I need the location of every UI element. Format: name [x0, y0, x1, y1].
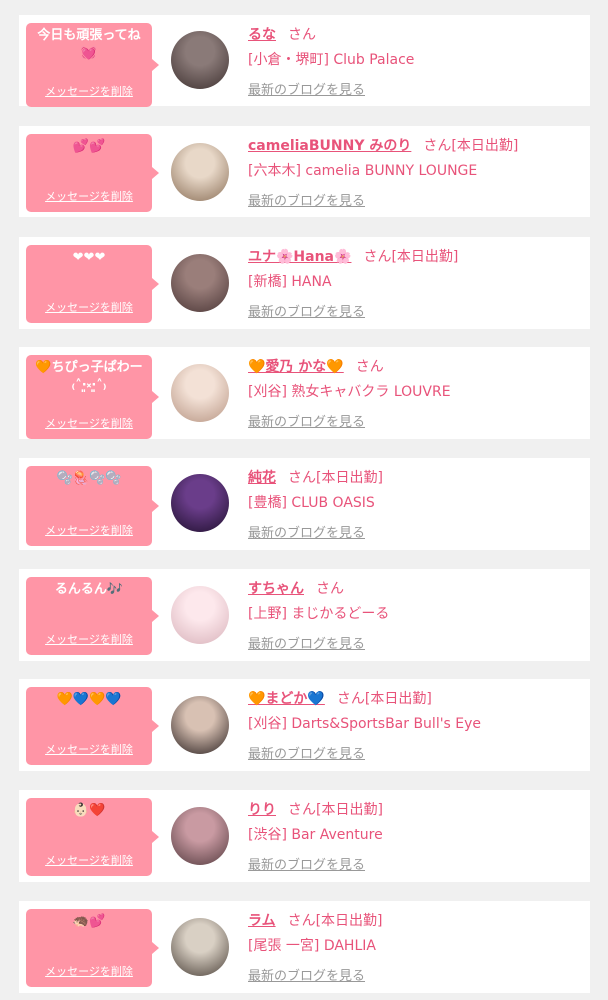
- cast-card: ❤❤❤ メッセージを削除 ユナ🌸Hana🌸 さん[本日出勤] [新橋] HANA 最新のブ…: [19, 237, 590, 329]
- message-text: 🧡ちぴっ子ぱわー ₍˄·͈༝·͈˄₎: [35, 360, 143, 393]
- latest-blog-link[interactable]: 最新のブログを見る: [248, 79, 365, 98]
- message-bubble: 🫧🪼🫧🫧 メッセージを削除: [26, 466, 159, 546]
- delete-message-link[interactable]: メッセージを削除: [26, 741, 152, 757]
- name-line: ユナ🌸Hana🌸 さん[本日出勤]: [248, 246, 458, 266]
- latest-blog-link[interactable]: 最新のブログを見る: [248, 743, 365, 762]
- avatar[interactable]: [171, 586, 229, 644]
- delete-message-link[interactable]: メッセージを削除: [26, 415, 152, 431]
- cast-card: 💕💕 メッセージを削除 cameliaBUNNY みのり さん[本日出勤] [六本木] …: [19, 126, 590, 217]
- honorific-status: さん: [316, 581, 344, 597]
- cast-name-link[interactable]: すちゃん: [248, 581, 304, 597]
- cast-card: 🦔💕 メッセージを削除 ラム さん[本日出勤] [尾張 一宮] DAHLIA 最新のブログ…: [19, 901, 590, 993]
- shop-info: [小倉・堺町] Club Palace: [248, 52, 415, 68]
- cast-card: 👶🏻❤️ メッセージを削除 りり さん[本日出勤] [渋谷] Bar Aventure 最…: [19, 790, 590, 882]
- shop-info: [上野] まじかるどーる: [248, 606, 390, 622]
- latest-blog-link[interactable]: 最新のブログを見る: [248, 633, 365, 652]
- delete-message-link[interactable]: メッセージを削除: [26, 522, 152, 538]
- message-text: 🫧🪼🫧🫧: [56, 471, 122, 486]
- avatar[interactable]: [171, 364, 229, 422]
- message-bubble: 今日も頑張ってね 💓 メッセージを削除: [26, 23, 159, 107]
- cast-name-link[interactable]: 🧡愛乃 かな🧡: [248, 359, 344, 375]
- message-text: 👶🏻❤️: [72, 803, 106, 818]
- name-line: すちゃん さん: [248, 578, 344, 598]
- latest-blog-link[interactable]: 最新のブログを見る: [248, 301, 365, 320]
- honorific-status: さん[本日出勤]: [423, 138, 519, 154]
- honorific-status: さん[本日出勤]: [288, 802, 383, 818]
- message-text: 今日も頑張ってね 💓: [37, 28, 141, 61]
- cast-name-link[interactable]: cameliaBUNNY みのり: [248, 138, 411, 154]
- delete-message-link[interactable]: メッセージを削除: [26, 631, 152, 647]
- name-line: ラム さん[本日出勤]: [248, 910, 383, 930]
- message-bubble: 👶🏻❤️ メッセージを削除: [26, 798, 159, 876]
- cast-name-link[interactable]: ユナ🌸Hana🌸: [248, 249, 351, 265]
- message-bubble: 🧡ちぴっ子ぱわー ₍˄·͈༝·͈˄₎ メッセージを削除: [26, 355, 159, 439]
- shop-info: [渋谷] Bar Aventure: [248, 827, 383, 843]
- shop-info: [尾張 一宮] DAHLIA: [248, 938, 376, 954]
- message-bubble: 🧡💙🧡💙 メッセージを削除: [26, 687, 159, 765]
- latest-blog-link[interactable]: 最新のブログを見る: [248, 522, 365, 541]
- cast-name-link[interactable]: 純花: [248, 470, 276, 486]
- avatar[interactable]: [171, 254, 229, 312]
- favorite-cast-list: 今日も頑張ってね 💓 メッセージを削除 るな さん [小倉・堺町] Club Palac…: [0, 0, 608, 1000]
- avatar[interactable]: [171, 696, 229, 754]
- message-bubble: 🦔💕 メッセージを削除: [26, 909, 159, 987]
- name-line: cameliaBUNNY みのり さん[本日出勤]: [248, 135, 518, 155]
- latest-blog-link[interactable]: 最新のブログを見る: [248, 854, 365, 873]
- avatar[interactable]: [171, 918, 229, 976]
- cast-card: るんるん🎶 メッセージを削除 すちゃん さん [上野] まじかるどーる 最新のブログを見る: [19, 569, 590, 661]
- name-line: るな さん: [248, 24, 316, 44]
- latest-blog-link[interactable]: 最新のブログを見る: [248, 190, 365, 209]
- honorific-status: さん: [288, 27, 316, 43]
- delete-message-link[interactable]: メッセージを削除: [26, 188, 152, 204]
- shop-info: [刈谷] 熟女キャバクラ LOUVRE: [248, 384, 451, 400]
- cast-name-link[interactable]: ラム: [248, 913, 276, 929]
- message-text: 🦔💕: [72, 914, 106, 929]
- message-text: ❤❤❤: [72, 250, 106, 265]
- delete-message-link[interactable]: メッセージを削除: [26, 963, 152, 979]
- cast-name-link[interactable]: るな: [248, 27, 276, 43]
- name-line: 純花 さん[本日出勤]: [248, 467, 383, 487]
- name-line: 🧡まどか💙 さん[本日出勤]: [248, 688, 432, 708]
- avatar[interactable]: [171, 807, 229, 865]
- honorific-status: さん[本日出勤]: [336, 691, 432, 707]
- message-text: 💕💕: [72, 139, 106, 154]
- cast-card: 今日も頑張ってね 💓 メッセージを削除 るな さん [小倉・堺町] Club Palac…: [19, 15, 590, 107]
- delete-message-link[interactable]: メッセージを削除: [26, 852, 152, 868]
- honorific-status: さん: [355, 359, 384, 375]
- cast-name-link[interactable]: りり: [248, 802, 276, 818]
- cast-card: 🫧🪼🫧🫧 メッセージを削除 純花 さん[本日出勤] [豊橋] CLUB OASIS 最新の…: [19, 458, 590, 550]
- latest-blog-link[interactable]: 最新のブログを見る: [248, 411, 365, 430]
- cast-name-link[interactable]: 🧡まどか💙: [248, 691, 325, 707]
- latest-blog-link[interactable]: 最新のブログを見る: [248, 965, 365, 984]
- cast-card: 🧡💙🧡💙 メッセージを削除 🧡まどか💙 さん[本日出勤] [刈谷] Darts&Spor…: [19, 679, 590, 771]
- message-text: 🧡💙🧡💙: [56, 692, 122, 707]
- shop-info: [六本木] camelia BUNNY LOUNGE: [248, 163, 478, 179]
- message-bubble: ❤❤❤ メッセージを削除: [26, 245, 159, 323]
- avatar[interactable]: [171, 31, 229, 89]
- name-line: 🧡愛乃 かな🧡 さん: [248, 356, 384, 376]
- cast-card: 🧡ちぴっ子ぱわー ₍˄·͈༝·͈˄₎ メッセージを削除 🧡愛乃 かな🧡 さん [刈谷] …: [19, 347, 590, 439]
- shop-info: [豊橋] CLUB OASIS: [248, 495, 375, 511]
- honorific-status: さん[本日出勤]: [287, 913, 383, 929]
- delete-message-link[interactable]: メッセージを削除: [26, 83, 152, 99]
- avatar[interactable]: [171, 474, 229, 532]
- shop-info: [刈谷] Darts&SportsBar Bull's Eye: [248, 716, 482, 732]
- avatar[interactable]: [171, 143, 229, 201]
- honorific-status: さん[本日出勤]: [363, 249, 459, 265]
- message-bubble: るんるん🎶 メッセージを削除: [26, 577, 159, 655]
- name-line: りり さん[本日出勤]: [248, 799, 383, 819]
- message-text: るんるん🎶: [54, 582, 124, 597]
- honorific-status: さん[本日出勤]: [288, 470, 383, 486]
- shop-info: [新橋] HANA: [248, 274, 332, 290]
- message-bubble: 💕💕 メッセージを削除: [26, 134, 159, 212]
- delete-message-link[interactable]: メッセージを削除: [26, 299, 152, 315]
